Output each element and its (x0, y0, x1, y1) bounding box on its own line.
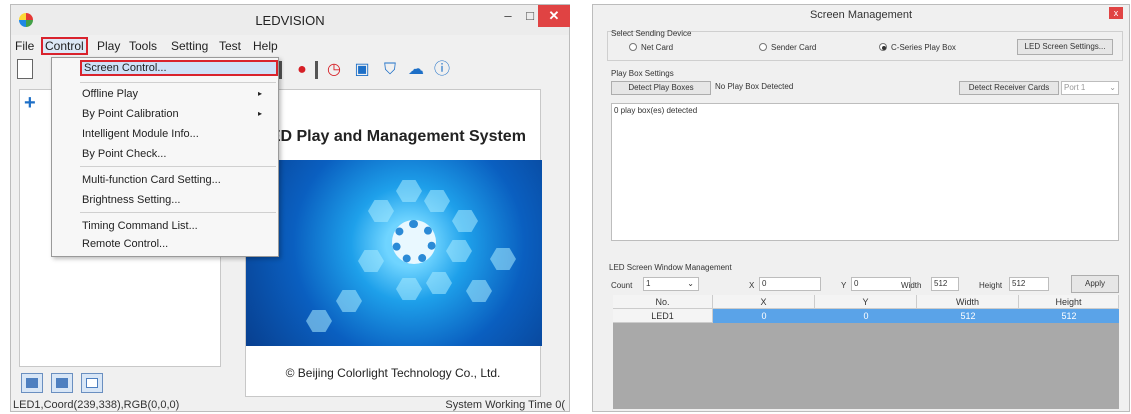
detect-receiver-cards-button[interactable]: Detect Receiver Cards (959, 81, 1059, 95)
y-label: Y (841, 281, 847, 290)
menu-item-by-point-calibration[interactable]: By Point Calibration ▸ (82, 106, 272, 122)
record-icon[interactable]: ● (293, 61, 311, 79)
minimize-button[interactable]: – (498, 5, 518, 27)
menu-item-offline-play[interactable]: Offline Play ▸ (82, 86, 272, 102)
ledvision-window: LEDVISION – □ ✕ File Control Play Tools … (10, 4, 570, 412)
width-label: Width (901, 281, 922, 290)
screen-management-dialog: Screen Management x Select Sending Devic… (592, 4, 1130, 412)
log-text: 0 play box(es) detected (614, 106, 698, 115)
status-bar: LED1,Coord(239,338),RGB(0,0,0) System Wo… (11, 399, 569, 413)
table-cell-width[interactable]: 512 (917, 309, 1019, 323)
menu-item-label: By Point Calibration (82, 108, 179, 120)
menu-item-brightness-setting[interactable]: Brightness Setting... (82, 192, 180, 208)
table-cell-x[interactable]: 0 (713, 309, 815, 323)
menu-item-label: Offline Play (82, 88, 139, 100)
menu-separator (80, 212, 276, 213)
height-label: Height (979, 281, 1003, 290)
radio-net-card[interactable] (629, 43, 637, 51)
cloud-icon[interactable]: ☁ (407, 61, 425, 79)
chevron-down-icon: ⌄ (1109, 83, 1116, 92)
menu-help[interactable]: Help (253, 39, 278, 53)
radio-c-series-play-box[interactable] (879, 43, 887, 51)
menu-play[interactable]: Play (97, 39, 120, 53)
add-icon[interactable]: + (24, 92, 36, 115)
menu-test[interactable]: Test (219, 39, 241, 53)
menu-setting[interactable]: Setting (171, 39, 208, 53)
radio-c-series-label: C-Series Play Box (891, 43, 956, 52)
submenu-arrow-icon: ▸ (257, 109, 262, 118)
clock-schedule-icon[interactable]: ◷ (325, 61, 343, 79)
status-working-time: System Working Time 0( (445, 399, 565, 411)
shield-icon[interactable]: ⛉ (381, 61, 399, 79)
radio-net-card-label: Net Card (641, 43, 674, 52)
count-label: Count (611, 281, 633, 290)
close-button[interactable]: ✕ (538, 5, 570, 27)
sending-device-label: Select Sending Device (611, 29, 692, 38)
window-management-label: LED Screen Window Management (609, 263, 732, 272)
screen-list-icon[interactable] (51, 373, 73, 393)
new-document-icon[interactable] (17, 59, 33, 79)
table-cell-y[interactable]: 0 (815, 309, 917, 323)
maximize-button[interactable]: □ (520, 5, 540, 27)
menu-item-screen-control[interactable]: Screen Control... (80, 60, 278, 76)
port-select-value: Port 1 (1064, 83, 1086, 92)
width-input[interactable]: 512 (931, 277, 959, 291)
x-input[interactable]: 0 (759, 277, 821, 291)
table-cell-height[interactable]: 512 (1019, 309, 1119, 323)
led-screen-settings-button[interactable]: LED Screen Settings... (1017, 39, 1113, 55)
table-row-led1-name[interactable]: LED1 (613, 309, 713, 323)
chevron-down-icon: ⌄ (687, 279, 694, 288)
play-box-status: No Play Box Detected (713, 81, 953, 95)
banner-title: LED Play and Management System (260, 128, 526, 145)
play-box-settings-label: Play Box Settings (611, 69, 674, 78)
title-bar: LEDVISION – □ ✕ (11, 5, 570, 35)
menu-item-remote-control[interactable]: Remote Control... (82, 236, 168, 252)
detection-log[interactable]: 0 play box(es) detected (611, 103, 1119, 241)
column-header-y[interactable]: Y (815, 295, 917, 309)
apply-button[interactable]: Apply (1071, 275, 1119, 293)
hexagon-graphic (246, 160, 542, 346)
dialog-close-button[interactable]: x (1109, 7, 1123, 19)
column-header-x[interactable]: X (713, 295, 815, 309)
column-header-width[interactable]: Width (917, 295, 1019, 309)
toolbar-separator (315, 61, 318, 79)
control-menu-dropdown: Screen Control... Offline Play ▸ By Point… (51, 57, 279, 257)
gear-icon (392, 220, 436, 264)
screen-edit-icon[interactable]: ▣ (353, 61, 371, 79)
column-header-height[interactable]: Height (1019, 295, 1119, 309)
menu-tools[interactable]: Tools (129, 39, 157, 53)
menu-separator (80, 82, 276, 83)
splash-banner: LED Play and Management System © Beijing… (245, 89, 542, 397)
column-header-no[interactable]: No. (613, 295, 713, 309)
window-title: LEDVISION (255, 13, 325, 28)
height-input[interactable]: 512 (1009, 277, 1049, 291)
menu-item-multi-function-card[interactable]: Multi-function Card Setting... (82, 172, 221, 188)
toolbar-separator (279, 61, 282, 79)
submenu-arrow-icon: ▸ (257, 89, 262, 98)
add-screen-icon[interactable] (81, 373, 103, 393)
status-coordinates: LED1,Coord(239,338),RGB(0,0,0) (13, 399, 180, 411)
info-icon[interactable]: ⓘ (433, 61, 451, 79)
port-select[interactable]: Port 1 ⌄ (1061, 81, 1119, 95)
radio-sender-card-label: Sender Card (771, 43, 817, 52)
menu-item-by-point-check[interactable]: By Point Check... (82, 146, 166, 162)
count-value: 1 (646, 279, 651, 288)
copyright-text: © Beijing Colorlight Technology Co., Ltd… (285, 366, 501, 380)
menu-item-timing-command-list[interactable]: Timing Command List... (82, 218, 198, 234)
menu-file[interactable]: File (15, 39, 34, 53)
count-select[interactable]: 1 ⌄ (643, 277, 699, 291)
dialog-title: Screen Management (809, 9, 913, 21)
radio-sender-card[interactable] (759, 43, 767, 51)
screen-icon[interactable] (21, 373, 43, 393)
menu-item-intelligent-module-info[interactable]: Intelligent Module Info... (82, 126, 199, 142)
menu-separator (80, 166, 276, 167)
x-label: X (749, 281, 755, 290)
detect-play-boxes-button[interactable]: Detect Play Boxes (611, 81, 711, 95)
menu-control[interactable]: Control (41, 37, 88, 55)
screen-window-table: No. X Y Width Height LED1 0 0 512 512 (613, 295, 1119, 409)
menu-bar: File Control Play Tools Setting Test Hel… (11, 37, 569, 55)
